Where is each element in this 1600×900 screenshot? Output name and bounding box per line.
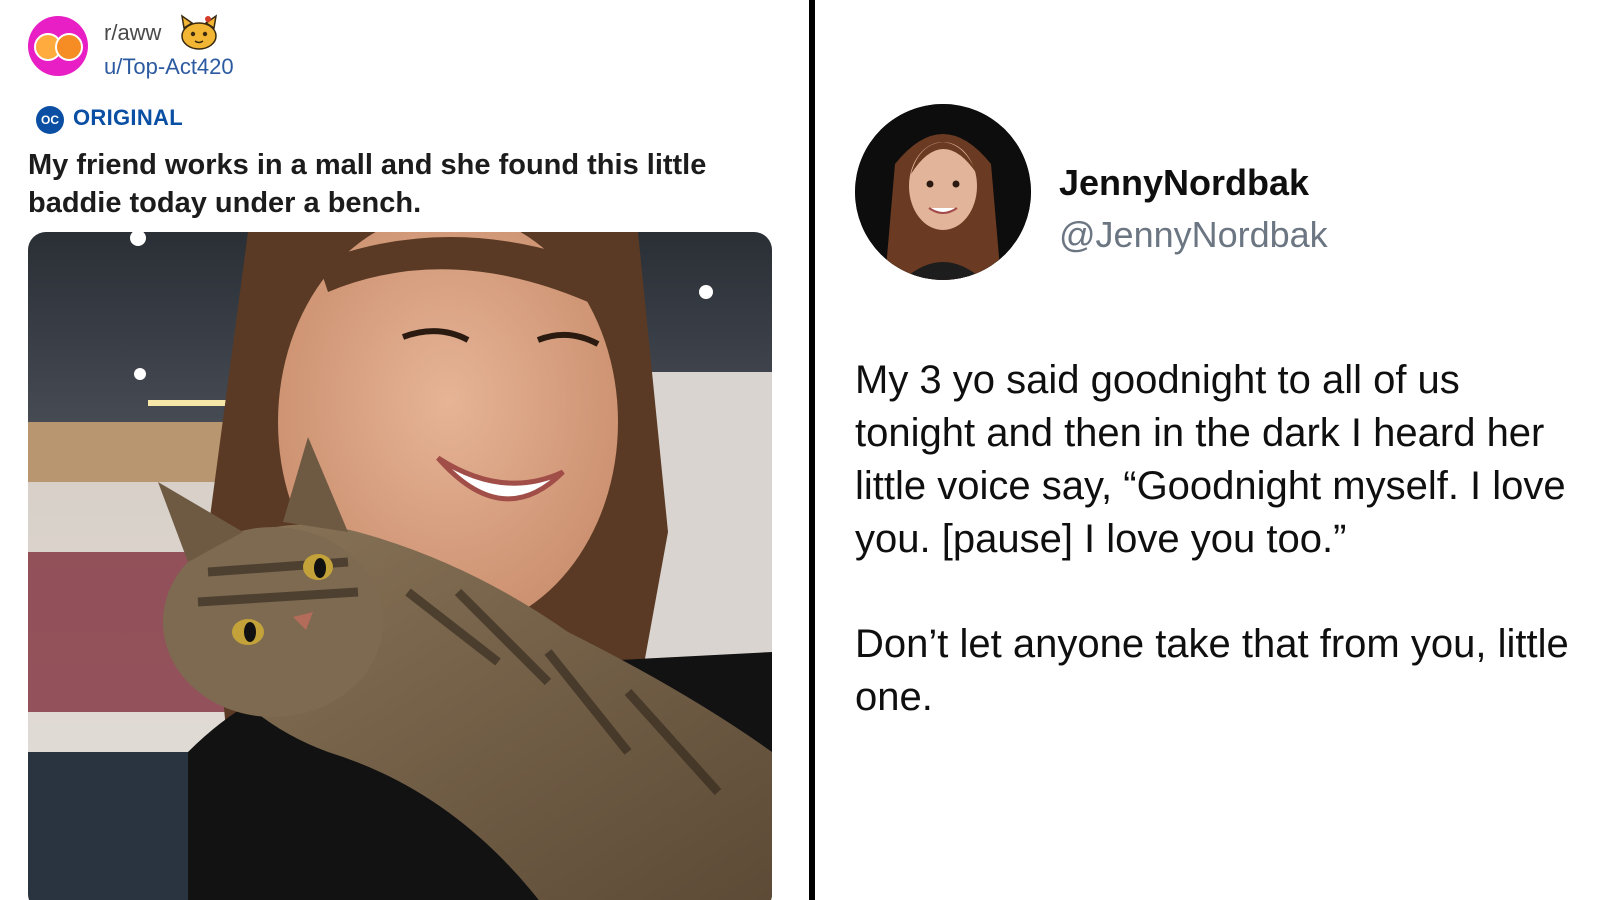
- tweet-text: My 3 yo said goodnight to all of us toni…: [855, 354, 1585, 776]
- post-title[interactable]: My friend works in a mall and she found …: [28, 146, 768, 222]
- profile-avatar[interactable]: [855, 104, 1031, 280]
- post-image[interactable]: [28, 232, 772, 900]
- dog-face-icon: [55, 33, 83, 61]
- meme-collage: r/aww u/Top-Act420 OC ORIGINAL My friend…: [0, 0, 1600, 900]
- cat-emoji-icon: [180, 14, 218, 50]
- subreddit-name[interactable]: r/aww: [104, 20, 161, 46]
- tweet-card: JennyNordbak @JennyNordbak My 3 yo said …: [815, 0, 1600, 900]
- user-handle[interactable]: @JennyNordbak: [1059, 214, 1328, 256]
- post-author[interactable]: u/Top-Act420: [104, 54, 234, 80]
- reddit-post: r/aww u/Top-Act420 OC ORIGINAL My friend…: [0, 0, 809, 900]
- flair-label: ORIGINAL: [73, 105, 183, 130]
- subreddit-avatar[interactable]: [28, 16, 88, 76]
- oc-badge-icon: OC: [36, 106, 64, 134]
- display-name[interactable]: JennyNordbak: [1059, 162, 1309, 204]
- tweet-paragraph: Don’t let anyone take that from you, lit…: [855, 622, 1569, 719]
- tweet-paragraph: My 3 yo said goodnight to all of us toni…: [855, 358, 1566, 561]
